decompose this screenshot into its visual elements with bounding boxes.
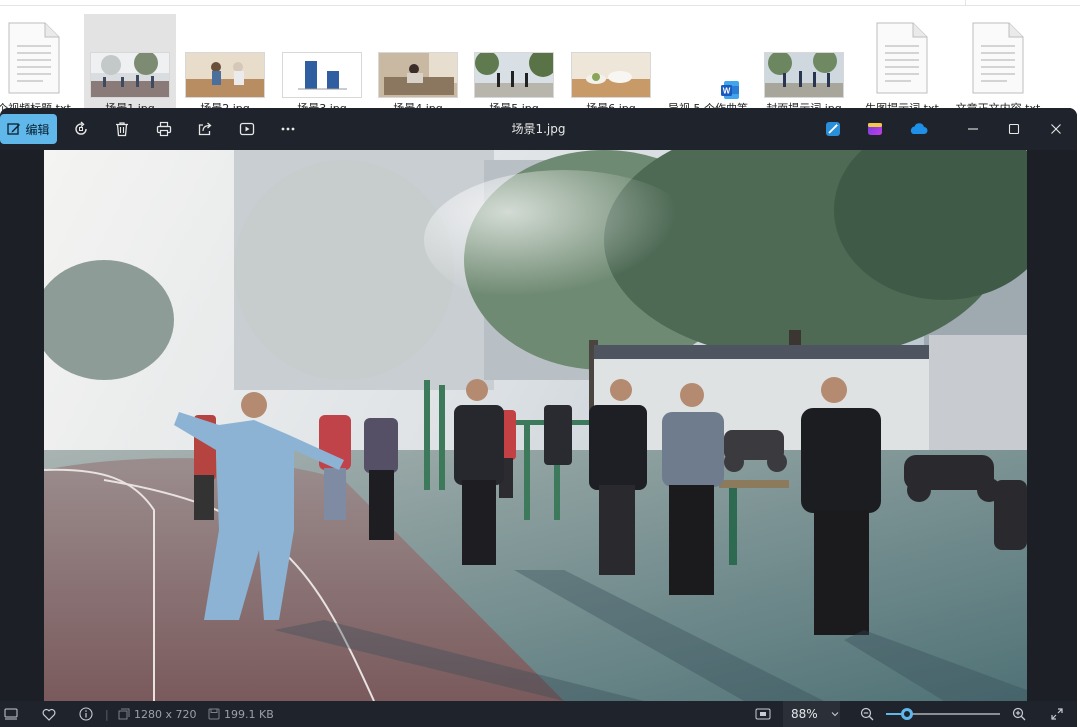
text-file-icon [8, 22, 60, 94]
fit-window-icon [755, 708, 771, 720]
rotate-button[interactable] [68, 114, 94, 144]
minimize-icon [968, 128, 978, 130]
explorer-top-border [0, 0, 1080, 6]
file-item[interactable]: 场景6.jpg [565, 14, 657, 115]
save-disk-icon [208, 708, 220, 720]
file-explorer: 个视频标题.txt 场景1.jpg 场景2.jpg 场景3.jpg 场景4.jp… [0, 0, 1080, 115]
more-icon [281, 127, 295, 131]
zoom-slider[interactable] [886, 701, 1000, 727]
file-item[interactable]: 场景5.jpg [468, 14, 560, 115]
clipchamp-button[interactable] [862, 114, 888, 144]
dimensions-icon [118, 708, 130, 720]
tai-chi-park-photo [44, 150, 1027, 701]
file-size: 199.1 KB [208, 701, 274, 727]
print-button[interactable] [151, 114, 177, 144]
more-options-button[interactable] [275, 114, 301, 144]
text-file-icon [972, 22, 1024, 94]
clipchamp-icon [868, 123, 882, 135]
image-thumbnail [474, 52, 554, 98]
image-canvas[interactable] [0, 150, 1077, 701]
image-thumbnail [764, 52, 844, 98]
share-icon [198, 122, 212, 136]
delete-button[interactable] [109, 114, 135, 144]
share-button[interactable] [192, 114, 218, 144]
image-thumbnail [90, 52, 170, 98]
maximize-icon [1008, 123, 1020, 135]
image-dimensions: 1280 x 720 [118, 701, 197, 727]
displayed-photo[interactable] [44, 150, 1027, 701]
zoom-in-button[interactable] [1012, 701, 1026, 727]
slideshow-button[interactable] [234, 114, 260, 144]
onedrive-button[interactable] [905, 114, 931, 144]
filmstrip-button[interactable] [4, 701, 18, 727]
file-item[interactable]: 场景4.jpg [372, 14, 464, 115]
svg-text:W: W [723, 87, 731, 96]
delete-icon [116, 122, 128, 137]
file-item[interactable]: 个视频标题.txt [0, 14, 80, 115]
favorite-button[interactable] [42, 701, 56, 727]
fullscreen-button[interactable] [1050, 701, 1064, 727]
image-thumbnail [378, 52, 458, 98]
text-file-icon [876, 22, 928, 94]
zoom-level: 88% [791, 707, 818, 721]
print-icon [156, 121, 172, 137]
edit-button[interactable]: 编辑 [0, 114, 57, 144]
zoom-out-icon [860, 707, 874, 721]
file-item[interactable]: 文章正文内容.txt [952, 14, 1044, 115]
status-bar: | 1280 x 720 199.1 KB 88% [0, 701, 1077, 727]
viewer-titlebar[interactable]: 编辑 场景1.jpg [0, 108, 1077, 150]
rotate-icon [75, 121, 87, 135]
image-thumbnail [282, 52, 362, 98]
image-thumbnail [185, 52, 265, 98]
explorer-divider [965, 0, 966, 6]
image-thumbnail [571, 52, 651, 98]
file-info-button[interactable] [79, 701, 93, 727]
info-icon [79, 707, 93, 721]
word-file-icon: W [721, 81, 739, 99]
onedrive-icon [910, 123, 928, 134]
zoom-slider-knob[interactable] [901, 708, 913, 720]
fullscreen-icon [1051, 708, 1063, 720]
zoom-in-icon [1012, 707, 1026, 721]
file-item[interactable]: 封面提示词.jpg [758, 14, 850, 115]
magic-edit-button[interactable] [820, 114, 846, 144]
chevron-down-icon [831, 712, 839, 717]
file-item[interactable]: W 导视 5 个作曲等 [662, 14, 754, 115]
file-item[interactable]: 场景2.jpg [179, 14, 271, 115]
file-item[interactable]: 生图提示词.txt [856, 14, 948, 115]
slideshow-icon [239, 122, 255, 136]
edit-icon [7, 123, 21, 135]
zoom-out-button[interactable] [860, 701, 874, 727]
maximize-button[interactable] [1001, 114, 1027, 144]
file-size-text: 199.1 KB [224, 707, 274, 721]
edit-button-label: 编辑 [25, 122, 50, 137]
file-item-selected[interactable]: 场景1.jpg [84, 14, 176, 115]
photo-viewer-window: 编辑 场景1.jpg | 1280 x 720 199.1 KB 88% [0, 108, 1077, 727]
dimensions-text: 1280 x 720 [134, 707, 197, 721]
fit-to-window-button[interactable] [755, 701, 771, 727]
close-button[interactable] [1043, 114, 1069, 144]
zoom-dropdown[interactable]: 88% [783, 701, 840, 727]
heart-icon [42, 708, 56, 721]
file-item[interactable]: 场景3.jpg [276, 14, 368, 115]
close-icon [1051, 124, 1061, 134]
magic-edit-icon [826, 122, 840, 136]
status-divider: | [105, 707, 109, 721]
minimize-button[interactable] [960, 114, 986, 144]
filmstrip-icon [4, 708, 18, 720]
